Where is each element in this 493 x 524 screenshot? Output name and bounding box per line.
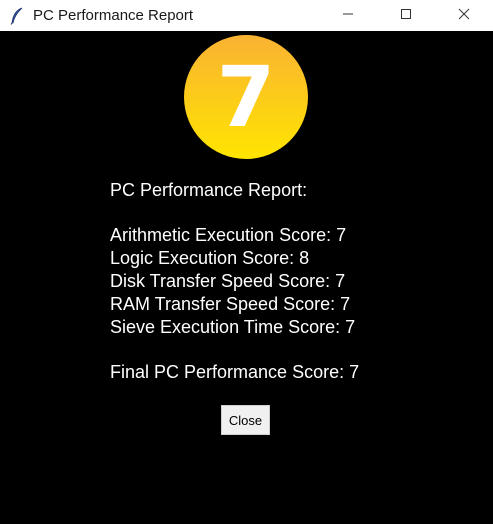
title-bar[interactable]: PC Performance Report: [0, 0, 493, 31]
close-button[interactable]: Close: [221, 405, 270, 435]
maximize-icon: [400, 7, 412, 25]
report-text: PC Performance Report: Arithmetic Execut…: [110, 179, 359, 384]
logic-score-line: Logic Execution Score: 8: [110, 248, 310, 268]
feather-icon: [8, 7, 26, 25]
close-window-button[interactable]: [435, 0, 493, 31]
final-score-line: Final PC Performance Score: 7: [110, 362, 360, 382]
score-badge-number: 7: [217, 48, 275, 146]
window-controls: [319, 0, 493, 31]
sieve-score-line: Sieve Execution Time Score: 7: [110, 317, 356, 337]
ram-score-line: RAM Transfer Speed Score: 7: [110, 294, 351, 314]
app-window: PC Performance Report 7 PC Performance R…: [0, 0, 493, 524]
arithmetic-score-line: Arithmetic Execution Score: 7: [110, 225, 347, 245]
minimize-button[interactable]: [319, 0, 377, 31]
report-content: 7 PC Performance Report: Arithmetic Exec…: [0, 31, 493, 524]
score-badge: 7: [184, 35, 308, 159]
disk-score-line: Disk Transfer Speed Score: 7: [110, 271, 346, 291]
report-heading: PC Performance Report:: [110, 180, 308, 200]
minimize-icon: [342, 7, 354, 25]
close-icon: [458, 7, 470, 25]
window-title: PC Performance Report: [33, 7, 194, 24]
maximize-button[interactable]: [377, 0, 435, 31]
